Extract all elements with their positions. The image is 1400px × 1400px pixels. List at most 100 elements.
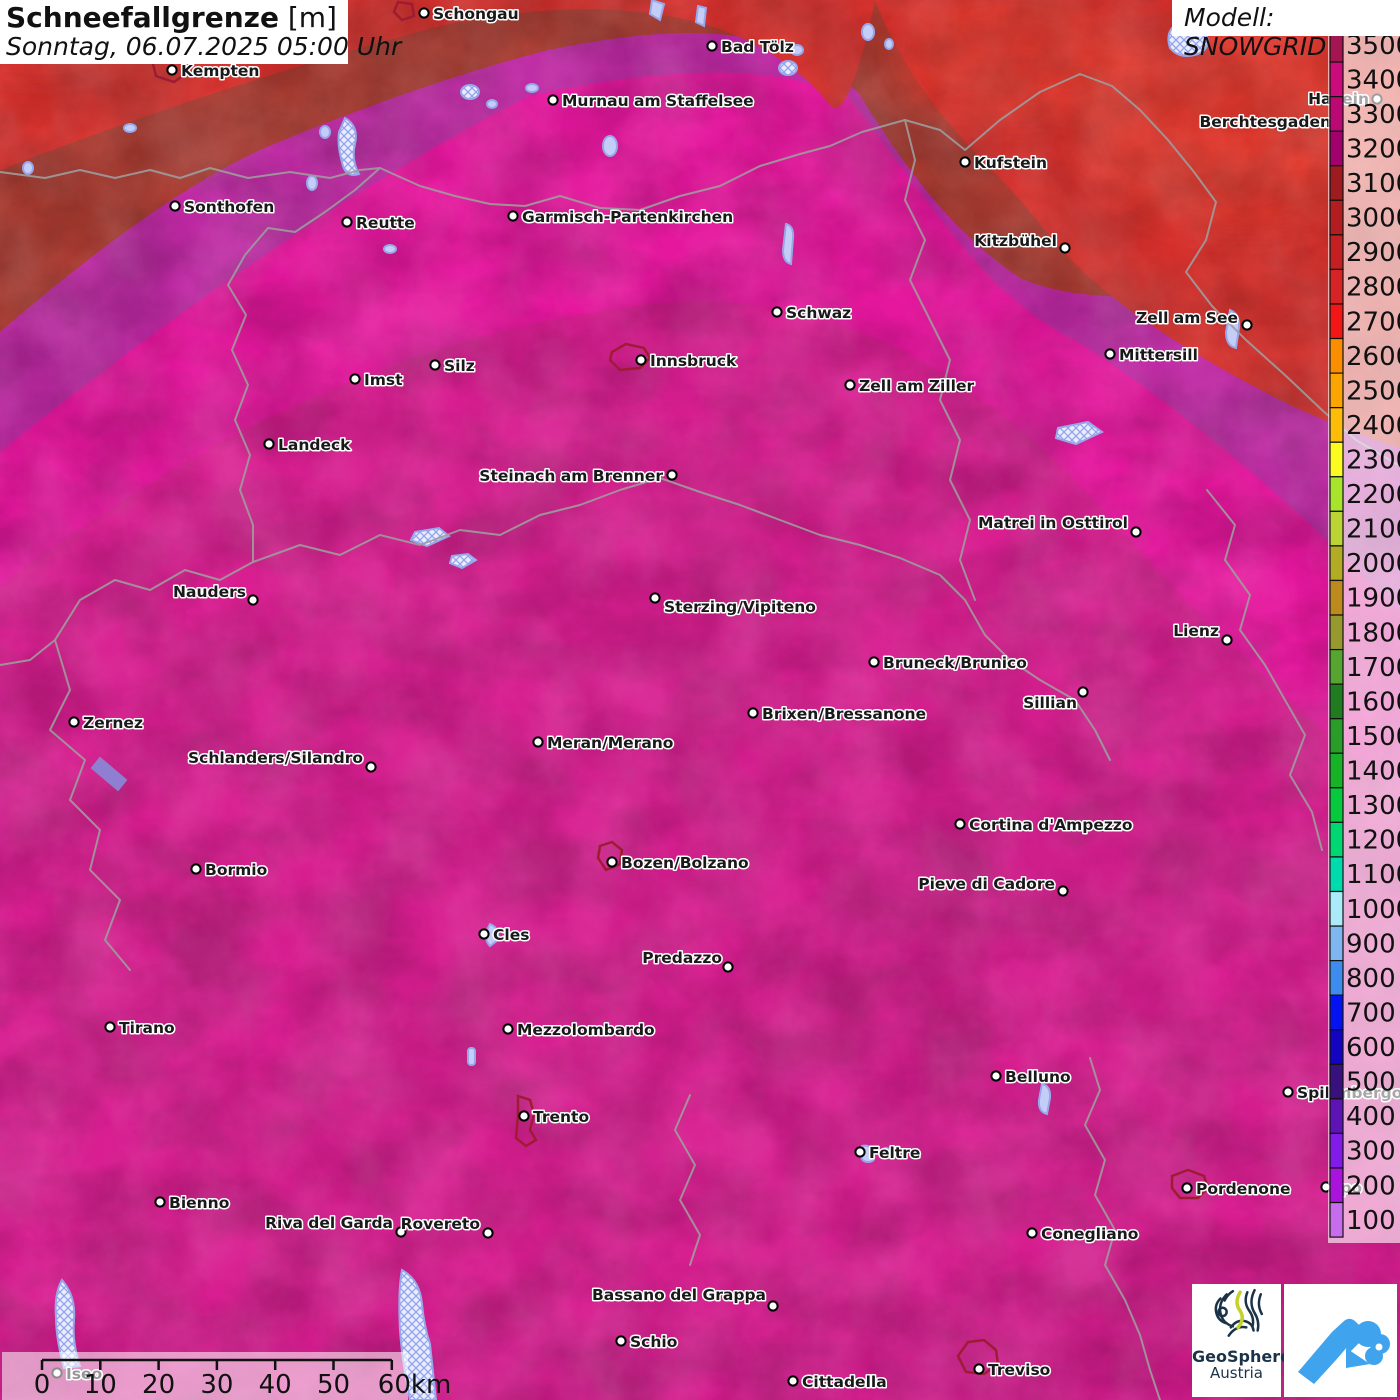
legend-color-block <box>1329 925 1344 962</box>
legend-value-label: 3400 <box>1346 65 1400 95</box>
city: Conegliano <box>1026 1224 1140 1245</box>
city-dot <box>767 1300 779 1312</box>
city-label: Landeck <box>278 436 351 454</box>
legend: 3500340033003200310030002900280027002600… <box>1328 26 1400 1243</box>
legend-value-label: 3300 <box>1346 100 1400 130</box>
legend-value-label: 1800 <box>1346 618 1400 648</box>
city-label: Zell am Ziller <box>859 377 974 395</box>
legend-color-block <box>1329 718 1344 754</box>
legend-value-label: 3000 <box>1346 204 1400 234</box>
city-dot <box>649 592 661 604</box>
city-label: Pieve di Cadore <box>918 875 1055 893</box>
city-label: Kufstein <box>974 154 1047 172</box>
city-dot <box>1221 634 1233 646</box>
legend-color-block <box>1329 856 1344 893</box>
city: Murnau am Staffelsee <box>547 91 755 112</box>
city-label: Bassano del Grappa <box>592 1286 766 1304</box>
city-label: Mittersill <box>1119 346 1198 364</box>
city-dot <box>706 40 718 52</box>
legend-color-block <box>1329 1098 1344 1135</box>
city-label: Belluno <box>1005 1068 1071 1086</box>
city-label: Cortina d'Ampezzo <box>969 816 1133 834</box>
city-label: Treviso <box>988 1361 1050 1379</box>
city-dot <box>365 761 377 773</box>
city: Bozen/Bolzano <box>606 853 750 874</box>
legend-color-block <box>1329 407 1344 443</box>
city-dot <box>341 216 353 228</box>
city-label: Kitzbühel <box>974 232 1057 250</box>
city-dot <box>532 736 544 748</box>
legend-color-block <box>1329 372 1344 409</box>
legend-color-block <box>1329 441 1344 478</box>
city-dot <box>1104 348 1116 360</box>
city-label: Lienz <box>1173 622 1219 640</box>
city: Cittadella <box>787 1372 888 1393</box>
legend-color-block <box>1329 1167 1344 1204</box>
city-dot <box>502 1023 514 1035</box>
scalebar-label: 0 <box>34 1370 51 1400</box>
city: Kempten <box>166 61 261 82</box>
city-dot <box>1130 526 1142 538</box>
city-dot <box>263 438 275 450</box>
legend-value-label: 300 <box>1346 1137 1396 1167</box>
scalebar-label: 60km <box>378 1370 451 1400</box>
city-label: Berchtesgaden <box>1199 113 1331 131</box>
city: Mezzolombardo <box>502 1020 656 1041</box>
city-label: Reutte <box>356 214 415 232</box>
city-label: Zernez <box>83 714 143 732</box>
legend-color-block <box>1329 545 1344 582</box>
city-label: Matrei in Osttirol <box>978 514 1128 532</box>
city: Mittersill <box>1104 345 1199 366</box>
city-dot <box>959 156 971 168</box>
city-dot <box>547 94 559 106</box>
city: Cortina d'Ampezzo <box>954 815 1134 836</box>
legend-value-label: 2100 <box>1346 515 1400 545</box>
legend-color-block <box>1329 648 1344 685</box>
city-dot <box>1059 242 1071 254</box>
legend-value-label: 1900 <box>1346 584 1400 614</box>
city-label: Sillian <box>1023 694 1077 712</box>
city-label: Schlanders/Silandro <box>188 749 363 767</box>
city-label: Trento <box>533 1108 589 1126</box>
legend-color-block <box>1329 337 1344 374</box>
legend-value-label: 900 <box>1346 929 1396 959</box>
legend-value-label: 3200 <box>1346 134 1400 164</box>
legend-value-label: 1000 <box>1346 895 1400 925</box>
city: Pordenone <box>1181 1179 1292 1200</box>
weather-map-canvas[interactable]: Schongau Bad Tölz Kempten Murnau am Staffel… <box>0 0 1400 1400</box>
legend-value-label: 800 <box>1346 964 1396 994</box>
legend-color-block <box>1329 268 1344 305</box>
city: Pieve di Cadore <box>917 874 1069 897</box>
scalebar-label: 40 <box>259 1370 292 1400</box>
city-dot <box>1241 319 1253 331</box>
city-dot <box>418 7 430 19</box>
model-label: Modell: SNOWGRID <box>1184 3 1327 61</box>
city: Kufstein <box>959 153 1049 174</box>
city-label: Conegliano <box>1041 1225 1138 1243</box>
legend-value-label: 200 <box>1346 1171 1396 1201</box>
city-label: Pordenone <box>1196 1180 1291 1198</box>
legend-value-label: 600 <box>1346 1033 1396 1063</box>
city: Zell am See <box>1135 308 1253 331</box>
city-dot <box>429 359 441 371</box>
city-label: Sterzing/Vipiteno <box>664 598 816 616</box>
city-dot <box>247 594 259 606</box>
partner-logo <box>1284 1284 1397 1397</box>
city-label: Riva del Garda <box>265 1214 393 1232</box>
city-label: Zell am See <box>1136 309 1238 327</box>
legend-color-block <box>1329 476 1344 512</box>
legend-value-label: 2200 <box>1346 480 1400 510</box>
city-dot <box>482 1227 494 1239</box>
map-title-box: Schneefallgrenze [m] Sonntag, 06.07.2025… <box>0 0 402 64</box>
geosphere-wordmark: GeoSphere <box>1192 1347 1291 1366</box>
city-dot <box>1181 1182 1193 1194</box>
legend-color-block <box>1329 96 1344 132</box>
city-dot <box>154 1196 166 1208</box>
city-label: Nauders <box>173 583 246 601</box>
legend-value-label: 2900 <box>1346 238 1400 268</box>
city-dot <box>349 373 361 385</box>
city-label: Imst <box>364 371 403 389</box>
legend-value-label: 1400 <box>1346 757 1400 787</box>
map-datetime: Sonntag, 06.07.2025 05:00 Uhr <box>6 32 402 61</box>
city: Brixen/Bressanone <box>747 704 928 725</box>
